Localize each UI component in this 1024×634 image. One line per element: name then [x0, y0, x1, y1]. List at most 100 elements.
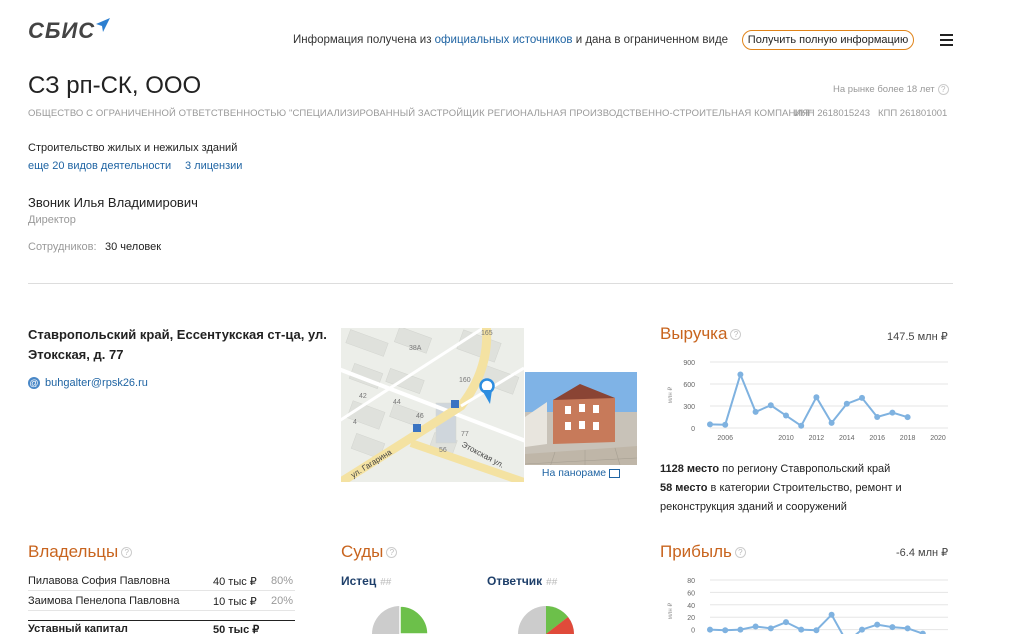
plaintiff-text: Истец	[341, 574, 377, 588]
map-graphic: 165 38А 160 77 46 42 44 56 4 ул. Гагарин…	[341, 328, 524, 482]
data-point	[783, 619, 789, 626]
director-role: Директор	[28, 214, 76, 226]
plaintiff-label[interactable]: Истец ##	[341, 574, 391, 588]
help-icon[interactable]: ?	[386, 547, 398, 559]
help-icon[interactable]: ?	[121, 547, 133, 559]
y-tick-label: 0	[691, 628, 695, 634]
profit-chart[interactable]: млн ₽ 0 20 40 60 80	[660, 572, 950, 634]
data-point	[828, 419, 835, 426]
company-full-name: ОБЩЕСТВО С ОГРАНИЧЕННОЙ ОТВЕТСТВЕННОСТЬЮ…	[28, 108, 813, 119]
revenue-title-text: Выручка	[660, 324, 728, 343]
chart-unit-label: млн ₽	[667, 387, 674, 404]
data-point	[828, 611, 835, 618]
company-address: Ставропольский край, Ессентукская ст-ца,…	[28, 327, 327, 362]
rating-block: 1128 место по региону Ставропольский кра…	[660, 460, 940, 517]
data-point	[737, 626, 744, 633]
rank-region: 1128 место	[660, 463, 720, 475]
owner-divider	[28, 590, 295, 591]
owner-value: 40 тыс ₽	[213, 576, 257, 588]
data-point	[737, 371, 744, 378]
defendant-pie[interactable]	[516, 604, 578, 634]
y-tick-label: 600	[683, 382, 695, 389]
data-point	[722, 627, 729, 634]
data-point	[874, 621, 881, 628]
data-point	[904, 414, 911, 421]
kpp: КПП 261801001	[877, 108, 948, 119]
x-tick-label: 2020	[930, 435, 946, 442]
info-notice: Информация получена из официальных источ…	[293, 34, 728, 46]
capital-label: Уставный капитал	[28, 623, 128, 634]
data-point	[874, 414, 881, 420]
panorama-link[interactable]: На панораме	[525, 465, 637, 482]
director-name: Звоник Илья Владимирович	[28, 195, 198, 210]
revenue-value: 147.5 млн ₽	[887, 331, 948, 343]
email-icon: @	[28, 377, 40, 389]
help-icon[interactable]: ?	[937, 84, 949, 95]
get-full-info-button[interactable]: Получить полную информацию	[742, 30, 914, 50]
y-tick-label: 60	[687, 590, 695, 597]
licenses-link[interactable]: 3 лицензии	[185, 160, 242, 172]
sbis-logo[interactable]: СБИС	[28, 18, 95, 44]
y-tick-label: 80	[687, 578, 695, 585]
help-icon[interactable]: ?	[730, 329, 742, 341]
y-tick-label: 900	[683, 360, 695, 367]
owners-title[interactable]: Владельцы?	[28, 542, 133, 562]
panorama-label: На панораме	[541, 467, 607, 479]
location-map[interactable]: 165 38А 160 77 46 42 44 56 4 ул. Гагарин…	[341, 328, 524, 482]
plaintiff-count: ##	[380, 577, 392, 588]
x-tick-label: 2006	[717, 435, 733, 442]
data-point	[813, 627, 820, 634]
data-point	[783, 412, 789, 419]
menu-icon[interactable]	[940, 34, 953, 49]
profit-title[interactable]: Прибыль?	[660, 542, 746, 562]
inn-kpp: ИНН 2618015243 КПП 261801001	[794, 108, 947, 119]
on-market-text: На рынке более 18 лет	[833, 84, 935, 96]
capital-value: 50 тыс ₽	[213, 624, 260, 634]
more-activities-link[interactable]: еще 20 видов деятельности	[28, 160, 171, 172]
inn: ИНН 2618015243	[794, 108, 871, 119]
courts-title[interactable]: Суды?	[341, 542, 398, 562]
data-point	[722, 421, 729, 428]
defendant-count: ##	[546, 577, 558, 588]
profit-value: -6.4 млн ₽	[896, 547, 949, 559]
capital-divider	[28, 620, 295, 621]
revenue-title[interactable]: Выручка?	[660, 324, 742, 344]
data-point	[707, 626, 713, 633]
data-point	[859, 394, 865, 401]
map-house-label: 4	[353, 419, 357, 426]
logo-bird-icon	[96, 18, 110, 32]
map-house-label: 77	[461, 431, 469, 438]
rank-category: 58 место	[660, 482, 708, 494]
owner-value: 10 тыс ₽	[213, 596, 257, 608]
owners-title-text: Владельцы	[28, 542, 119, 561]
help-icon[interactable]: ?	[734, 547, 746, 559]
map-house-label: 42	[359, 393, 367, 400]
owner-name: Заимова Пенелопа Павловна	[28, 595, 180, 607]
owner-name: Пилавова София Павловна	[28, 575, 170, 587]
data-point	[889, 409, 896, 416]
profit-title-text: Прибыль	[660, 542, 732, 561]
x-tick-label: 2018	[900, 435, 916, 442]
email-link[interactable]: buhgalter@rpsk26.ru	[45, 377, 148, 389]
data-point	[889, 624, 896, 631]
defendant-label[interactable]: Ответчик ##	[487, 574, 557, 588]
data-point	[767, 625, 774, 632]
info-suffix: и дана в ограниченном виде	[572, 34, 729, 46]
data-point	[919, 630, 926, 634]
section-divider	[28, 283, 953, 284]
x-tick-label: 2010	[778, 435, 794, 442]
x-tick-label: 2012	[809, 435, 825, 442]
official-sources-link[interactable]: официальных источников	[435, 34, 573, 46]
data-point	[859, 626, 865, 633]
map-house-label: 56	[439, 447, 447, 454]
data-point	[813, 394, 820, 401]
revenue-chart[interactable]: млн ₽ 0 300 600 900 2006 2010 2012 2014 2016 2018 2…	[660, 352, 950, 448]
map-house-label: 46	[416, 413, 424, 420]
y-tick-label: 40	[687, 603, 695, 610]
y-tick-label: 300	[683, 404, 695, 411]
y-tick-label: 20	[687, 615, 695, 622]
on-market-badge: На рынке более 18 лет?	[833, 84, 949, 95]
company-title: СЗ рп-СК, ООО	[28, 72, 202, 99]
plaintiff-pie[interactable]	[370, 604, 432, 634]
data-point	[752, 408, 759, 415]
